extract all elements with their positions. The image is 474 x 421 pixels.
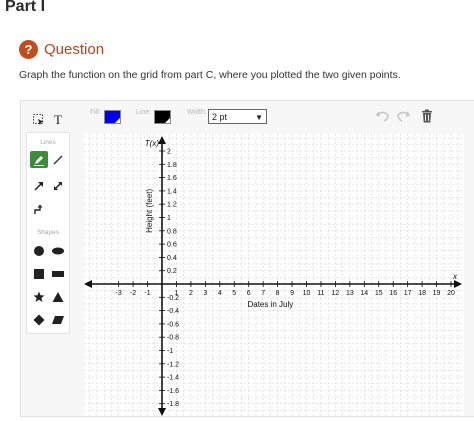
y-tick-label: 0.4 (167, 255, 177, 262)
y-tick-label: -1.2 (167, 361, 179, 368)
fill-label: Fill: (90, 109, 101, 116)
double-arrow-tool[interactable] (49, 177, 67, 194)
redo-icon[interactable] (394, 108, 412, 124)
x-tick-label: 9 (290, 290, 294, 297)
x-tick-label: 14 (360, 290, 368, 297)
y-tick-label: -1.8 (167, 401, 179, 408)
x-tick-label: 6 (247, 290, 251, 297)
y-tick-label: -1 (167, 348, 173, 355)
x-tick-label: 5 (232, 290, 236, 297)
y-tick-label: 2 (167, 149, 171, 156)
line-color-swatch[interactable] (154, 110, 171, 124)
x-tick-label: 7 (261, 290, 265, 297)
text-tool[interactable]: T (49, 111, 67, 128)
y-tick-label: 1.2 (167, 202, 177, 209)
question-icon: ? (19, 40, 38, 59)
arrow-tool[interactable] (30, 177, 48, 194)
y-tick-label: 1 (167, 215, 171, 222)
y-tick-label: -1.6 (167, 388, 179, 395)
y-tick-label: -1.4 (167, 375, 179, 382)
y-tick-label: -0.6 (167, 321, 179, 328)
line-width-select[interactable]: 2 pt ▼ (208, 109, 267, 124)
chevron-down-icon: ▼ (255, 113, 263, 122)
ellipse-tool[interactable] (49, 242, 67, 259)
x-tick-label: 20 (447, 290, 455, 297)
tool-sidebar: T Lines Shapes (26, 112, 70, 334)
y-axis-variable: T(x) (145, 139, 160, 148)
x-tick-label: 3 (203, 290, 207, 297)
part-title: Part I (5, 0, 46, 15)
y-tick-label: 0.2 (167, 268, 177, 275)
x-tick-label: -1 (144, 290, 150, 297)
drawing-tool-panel: Fill: Line: Width: 2 pt ▼ T Lines Shapes… (20, 100, 474, 417)
x-tick-label: 13 (346, 290, 354, 297)
rectangle-tool[interactable] (49, 265, 67, 282)
line-tool[interactable] (49, 151, 67, 168)
x-axis-left-arrow (84, 280, 92, 288)
x-tick-label: 11 (317, 290, 324, 297)
x-tick-label: 19 (433, 290, 441, 297)
parallelogram-tool[interactable] (49, 311, 67, 328)
x-axis-variable: x (452, 272, 458, 281)
x-tick-label: 4 (218, 290, 222, 297)
line-width-value: 2 pt (212, 112, 228, 122)
question-label: Question (44, 41, 105, 58)
drawing-toolbar: Fill: Line: Width: 2 pt ▼ (21, 101, 474, 131)
y-tick-label: 1.8 (167, 162, 177, 169)
pencil-tool[interactable] (30, 151, 48, 168)
y-tick-label: 1.6 (167, 175, 177, 182)
x-tick-label: 18 (418, 290, 426, 297)
graph-canvas[interactable]: -3 -2 -1 1 2 3 4 5 6 7 8 9 10 11 12 13 14 15 16 17 18 19 20 2 1.… (75, 124, 464, 416)
x-tick-label: 8 (276, 290, 280, 297)
y-axis-top-arrow (158, 136, 166, 144)
star-tool[interactable] (30, 288, 48, 305)
y-tick-label: -0.8 (167, 335, 179, 342)
diamond-tool[interactable] (30, 311, 48, 328)
coordinate-grid[interactable]: -3 -2 -1 1 2 3 4 5 6 7 8 9 10 11 12 13 14 15 16 17 18 19 2021.… (75, 124, 464, 416)
select-tool[interactable] (30, 111, 48, 128)
trash-icon[interactable] (418, 108, 436, 124)
shapes-section-title: Shapes (36, 229, 60, 236)
y-axis-label: Height (feet) (145, 189, 154, 233)
width-label: Width: (187, 109, 207, 116)
y-tick-label: -0.2 (167, 295, 179, 302)
x-tick-label: 17 (404, 290, 412, 297)
line-label: Line: (136, 109, 152, 116)
question-header: ? Question (19, 40, 104, 59)
fill-color-swatch[interactable] (104, 110, 121, 124)
x-tick-label: 15 (375, 290, 383, 297)
y-tick-label: -0.4 (167, 308, 179, 315)
x-tick-label: 10 (303, 290, 311, 297)
x-tick-label: 2 (189, 290, 193, 297)
lines-section-title: Lines (40, 139, 56, 146)
x-tick-label: 16 (389, 290, 397, 297)
x-tick-label: 12 (332, 290, 340, 297)
triangle-tool[interactable] (49, 288, 67, 305)
x-axis-label: Dates in July (247, 300, 293, 309)
question-instruction: Graph the function on the grid from part… (19, 69, 401, 81)
y-tick-label: 0.6 (167, 242, 177, 249)
x-tick-label: -3 (116, 290, 122, 297)
x-tick-label: -2 (130, 290, 136, 297)
square-tool[interactable] (30, 265, 48, 282)
y-tick-label: 1.4 (167, 188, 177, 195)
undo-icon[interactable] (374, 108, 392, 124)
y-tick-label: 0.8 (167, 228, 177, 235)
circle-tool[interactable] (30, 242, 48, 259)
connector-tool[interactable] (30, 201, 48, 218)
